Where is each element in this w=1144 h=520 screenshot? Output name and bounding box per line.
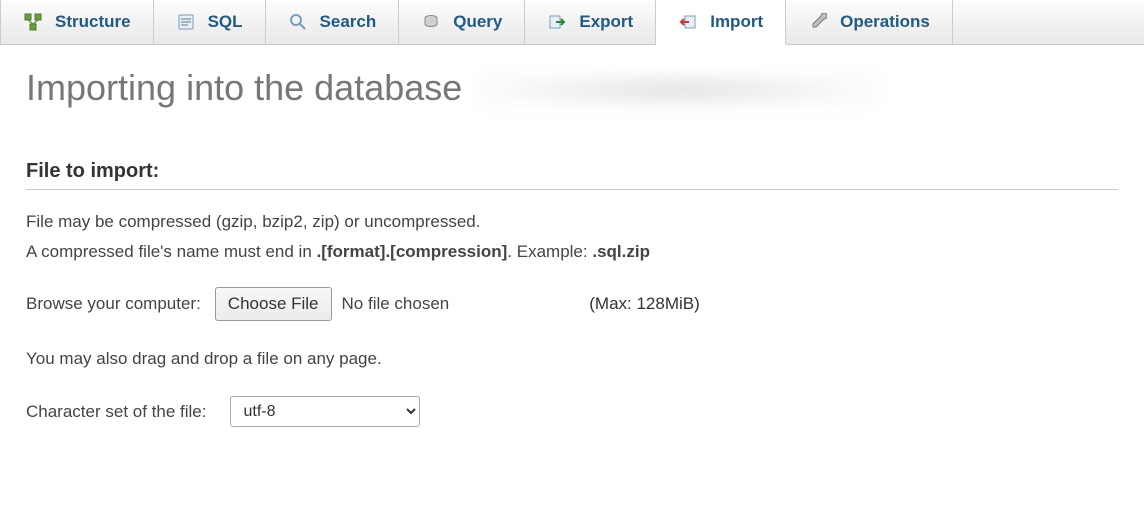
tabs-bar: Structure SQL Search Query Export Import: [0, 0, 1144, 45]
charset-label: Character set of the file:: [26, 402, 206, 422]
browse-row: Browse your computer: Choose File No fil…: [26, 287, 1118, 321]
export-icon: [547, 12, 567, 32]
tab-label: SQL: [208, 12, 243, 32]
tab-search[interactable]: Search: [266, 0, 400, 44]
tab-export[interactable]: Export: [525, 0, 656, 44]
charset-row: Character set of the file: utf-8: [26, 396, 1118, 427]
page-title: Importing into the database: [26, 67, 1118, 110]
sql-icon: [176, 12, 196, 32]
choose-file-button[interactable]: Choose File: [215, 287, 332, 321]
tab-label: Import: [710, 12, 763, 32]
tab-operations[interactable]: Operations: [786, 0, 953, 44]
desc-line-1: File may be compressed (gzip, bzip2, zip…: [26, 208, 1118, 235]
operations-icon: [808, 12, 828, 32]
browse-label: Browse your computer:: [26, 294, 201, 314]
file-import-section: File to import: File may be compressed (…: [26, 160, 1118, 427]
section-title: File to import:: [26, 160, 1118, 190]
search-icon: [288, 12, 308, 32]
tab-label: Export: [579, 12, 633, 32]
drag-drop-note: You may also drag and drop a file on any…: [26, 345, 1118, 372]
tab-import[interactable]: Import: [656, 0, 786, 45]
import-icon: [678, 12, 698, 32]
structure-icon: [23, 12, 43, 32]
tab-label: Operations: [840, 12, 930, 32]
tab-query[interactable]: Query: [399, 0, 525, 44]
tab-sql[interactable]: SQL: [154, 0, 266, 44]
charset-select[interactable]: utf-8: [230, 396, 420, 427]
tab-label: Structure: [55, 12, 131, 32]
tab-structure[interactable]: Structure: [0, 0, 154, 44]
heading-prefix: Importing into the database: [26, 67, 472, 108]
tab-label: Query: [453, 12, 502, 32]
database-name-redacted: [477, 70, 877, 110]
tab-label: Search: [320, 12, 377, 32]
no-file-chosen-text: No file chosen: [342, 294, 450, 314]
max-size-text: (Max: 128MiB): [589, 294, 700, 314]
desc-line-2: A compressed file's name must end in .[f…: [26, 238, 1118, 265]
query-icon: [421, 12, 441, 32]
main-content: Importing into the database File to impo…: [0, 45, 1144, 449]
